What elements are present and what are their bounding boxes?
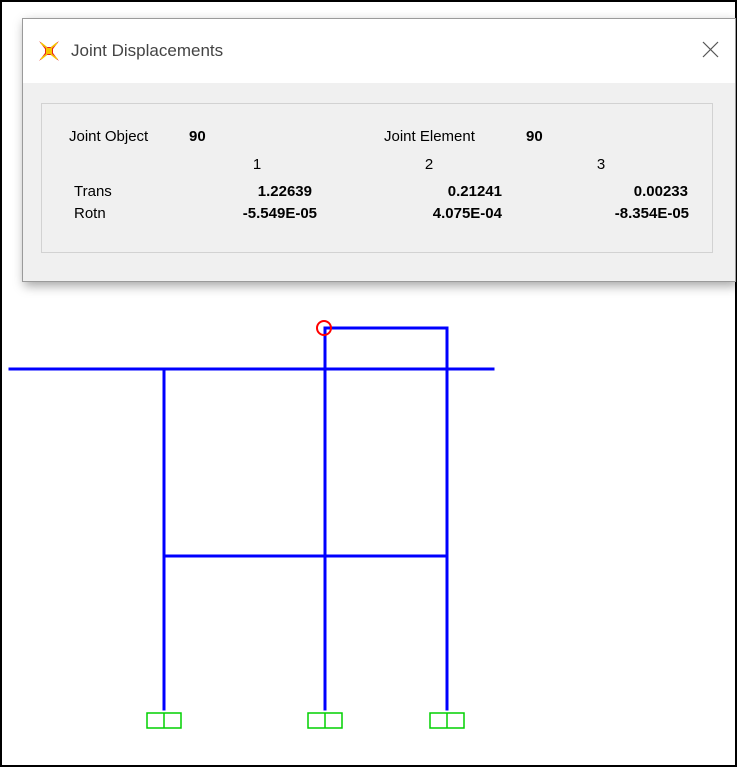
sap2000-logo-icon <box>39 41 59 61</box>
rotn-value-3: -8.354E-05 <box>614 205 689 222</box>
joint-element-label: Joint Element <box>384 128 475 145</box>
dialog-titlebar[interactable]: Joint Displacements <box>23 19 735 83</box>
joint-displacements-dialog: Joint Displacements Joint Object 90 Join… <box>22 18 736 282</box>
row-label-trans: Trans <box>74 183 112 200</box>
column-header-3: 3 <box>596 156 606 173</box>
column-header-1: 1 <box>252 156 262 173</box>
trans-value-1: 1.22639 <box>257 183 312 200</box>
joint-object-label: Joint Object <box>69 128 149 145</box>
fixed-support-icon[interactable] <box>307 712 343 729</box>
rotn-value-1: -5.549E-05 <box>242 205 317 222</box>
column-header-2: 2 <box>424 156 434 173</box>
joint-object-value: 90 <box>189 128 206 145</box>
row-label-rotn: Rotn <box>74 205 106 222</box>
fixed-support-icon[interactable] <box>429 712 465 729</box>
joint-element-value: 90 <box>526 128 543 145</box>
dialog-title: Joint Displacements <box>71 41 224 60</box>
fixed-support-icon[interactable] <box>146 712 182 729</box>
displacements-group: Joint Object 90 Joint Element 90 1 2 3 T… <box>41 103 713 253</box>
model-view-window: Joint Displacements Joint Object 90 Join… <box>0 0 737 767</box>
trans-value-3: 0.00233 <box>633 183 688 200</box>
rotn-value-2: 4.075E-04 <box>432 205 502 222</box>
trans-value-2: 0.21241 <box>447 183 502 200</box>
close-icon[interactable] <box>693 33 727 67</box>
